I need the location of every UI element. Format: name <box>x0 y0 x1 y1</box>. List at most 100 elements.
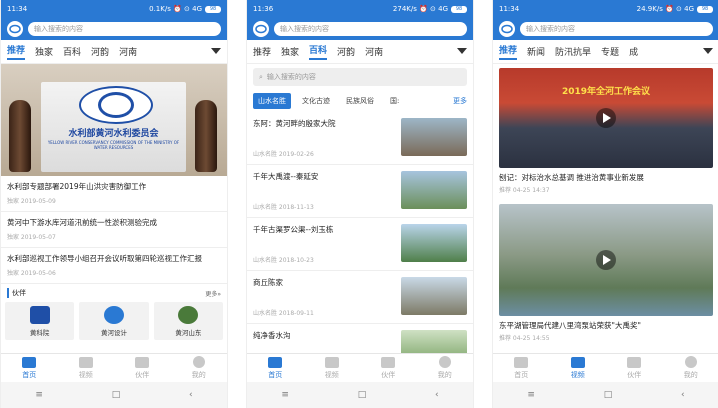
nav-partners[interactable]: 伙伴 <box>606 354 663 382</box>
play-icon[interactable] <box>596 108 616 128</box>
chip-folk[interactable]: 民族风俗 <box>341 93 379 109</box>
partner-card[interactable]: 黄科院 <box>5 302 75 340</box>
app-bar: 输入搜索的内容 <box>1 18 227 40</box>
thumbnail-image <box>401 224 467 262</box>
back-icon[interactable]: ‹ <box>435 390 439 400</box>
news-title: 黄河中下游水库河道汛前统一性淤积测验完成 <box>7 218 157 227</box>
status-time: 11:34 <box>7 5 28 13</box>
tab-recommend[interactable]: 推荐 <box>7 43 25 60</box>
encyclopedia-search-input[interactable]: ⌕ 输入搜索的内容 <box>253 68 467 86</box>
chip-scenic[interactable]: 山水名胜 <box>253 93 291 109</box>
tab-recommend[interactable]: 推荐 <box>253 45 271 58</box>
article-title: 商丘陈家 <box>253 278 283 287</box>
partners-row: 黄科院 黄河设计 黄河山东 <box>1 302 227 340</box>
vase-image <box>195 100 217 172</box>
nav-mine[interactable]: 我的 <box>417 354 474 382</box>
list-item[interactable]: 水利部巡视工作领导小组召开会议听取第四轮巡视工作汇报 独家 2019-05-06 <box>1 248 227 284</box>
nav-mine[interactable]: 我的 <box>663 354 718 382</box>
video-card[interactable]: 2019年全河工作会议 刨记：对标治水总基调 推进治黄事业新发展 推荐 04-2… <box>499 68 713 194</box>
battery-icon: 98 <box>205 5 221 13</box>
nav-home[interactable]: 首页 <box>1 354 58 382</box>
news-date: 独家 2019-05-06 <box>7 270 56 277</box>
category-tabs: 推荐 独家 百科 河韵 河南 <box>1 40 227 64</box>
partners-more-link[interactable]: 更多» <box>205 289 221 298</box>
tab-exclusive[interactable]: 独家 <box>281 45 299 58</box>
nav-label: 我的 <box>683 371 698 379</box>
nav-home[interactable]: 首页 <box>247 354 304 382</box>
nav-home[interactable]: 首页 <box>493 354 550 382</box>
tab-news[interactable]: 新闻 <box>527 45 545 58</box>
list-item[interactable]: 商丘陈家山水名胜 2018-09-11 <box>247 271 473 324</box>
list-item[interactable]: 水利部专题部署2019年山洪灾害防御工作 独家 2019-05-09 <box>1 176 227 212</box>
nav-label: 我的 <box>437 371 452 379</box>
menu-icon[interactable]: ≡ <box>527 390 535 400</box>
home-square-icon[interactable]: □ <box>358 390 367 400</box>
nav-video[interactable]: 视频 <box>550 354 607 382</box>
video-icon <box>324 356 339 368</box>
article-title: 东阿：黄河畔的殷家大院 <box>253 119 336 128</box>
home-square-icon[interactable]: □ <box>604 390 613 400</box>
video-icon <box>570 356 585 368</box>
tab-partial[interactable]: 成 <box>629 45 638 58</box>
app-logo-icon <box>7 21 23 37</box>
nav-video[interactable]: 视频 <box>58 354 115 382</box>
video-title: 东平湖管理局代建八里湾泵站荣获"大禹奖" <box>499 321 641 330</box>
nav-label: 首页 <box>514 370 529 379</box>
app-logo-icon <box>253 21 269 37</box>
back-icon[interactable]: ‹ <box>681 390 685 400</box>
search-input[interactable]: 输入搜索的内容 <box>520 22 713 36</box>
back-icon[interactable]: ‹ <box>189 390 193 400</box>
status-bar: 11:34 24.9K/s ⏰ ⊙ 4G 98 <box>493 0 718 18</box>
chips-more-link[interactable]: 更多 <box>453 96 467 106</box>
nav-mine[interactable]: 我的 <box>171 354 228 382</box>
article-title: 千年大禹渡--秦延安 <box>253 172 319 181</box>
partner-logo-icon <box>29 305 50 324</box>
video-meta: 推荐 04-25 14:37 <box>499 187 550 194</box>
hero-subtitle: YELLOW RIVER CONSERVANCY COMMISSION OF T… <box>47 140 180 150</box>
nav-label: 伙伴 <box>135 370 150 379</box>
menu-icon[interactable]: ≡ <box>281 390 289 400</box>
video-card[interactable]: 东平湖管理局代建八里湾泵站荣获"大禹奖" 推荐 04-25 14:55 <box>499 204 713 342</box>
article-date: 山水名胜 2018-09-11 <box>253 310 314 317</box>
status-indicators: 0.1K/s ⏰ ⊙ 4G <box>149 5 202 13</box>
tab-recommend[interactable]: 推荐 <box>499 43 517 60</box>
tab-heyun[interactable]: 河韵 <box>337 45 355 58</box>
search-input[interactable]: 输入搜索的内容 <box>274 22 467 36</box>
system-nav: ≡ □ ‹ <box>1 382 227 408</box>
tab-flood-control[interactable]: 防汛抗旱 <box>555 45 591 58</box>
partner-name: 黄河山东 <box>175 328 202 337</box>
chevron-down-icon[interactable] <box>211 48 221 54</box>
subcategory-chips: 山水名胜 文化古迹 民族风俗 国: 更多 <box>247 90 473 112</box>
menu-icon[interactable]: ≡ <box>35 390 43 400</box>
play-icon[interactable] <box>596 250 616 270</box>
chip-culture[interactable]: 文化古迹 <box>297 93 335 109</box>
partner-card[interactable]: 黄河山东 <box>153 302 223 340</box>
list-item[interactable]: 东阿：黄河畔的殷家大院 山水名胜 2019-02-26 <box>247 112 473 165</box>
home-square-icon[interactable]: □ <box>112 390 121 400</box>
chip-partial[interactable]: 国: <box>385 93 404 109</box>
partner-card[interactable]: 黄河设计 <box>79 302 149 340</box>
app-bar: 输入搜索的内容 <box>247 18 473 40</box>
list-item[interactable]: 千年古渠罗公渠--刘玉栋 山水名胜 2018-10-23 <box>247 218 473 271</box>
tab-special[interactable]: 专题 <box>601 45 619 58</box>
nav-partners[interactable]: 伙伴 <box>360 354 417 382</box>
app-bar: 输入搜索的内容 <box>493 18 718 40</box>
nav-label: 伙伴 <box>627 370 642 379</box>
article-title: 千年古渠罗公渠--刘玉栋 <box>253 225 334 234</box>
chevron-down-icon[interactable] <box>703 48 713 54</box>
tab-encyclopedia[interactable]: 百科 <box>63 45 81 58</box>
list-item[interactable]: 千年大禹渡--秦延安 山水名胜 2018-11-13 <box>247 165 473 218</box>
search-placeholder: 输入搜索的内容 <box>526 25 575 33</box>
search-input[interactable]: 输入搜索的内容 <box>28 22 221 36</box>
tab-encyclopedia[interactable]: 百科 <box>309 43 327 60</box>
tab-henan[interactable]: 河南 <box>365 45 383 58</box>
system-nav: ≡ □ ‹ <box>493 382 718 408</box>
tab-exclusive[interactable]: 独家 <box>35 45 53 58</box>
nav-partners[interactable]: 伙伴 <box>114 354 171 382</box>
hero-banner[interactable]: 水利部黄河水利委员会 YELLOW RIVER CONSERVANCY COMM… <box>1 64 227 176</box>
chevron-down-icon[interactable] <box>457 48 467 54</box>
tab-heyun[interactable]: 河韵 <box>91 45 109 58</box>
nav-video[interactable]: 视频 <box>304 354 361 382</box>
tab-henan[interactable]: 河南 <box>119 45 137 58</box>
list-item[interactable]: 黄河中下游水库河道汛前统一性淤积测验完成 独家 2019-05-07 <box>1 212 227 248</box>
